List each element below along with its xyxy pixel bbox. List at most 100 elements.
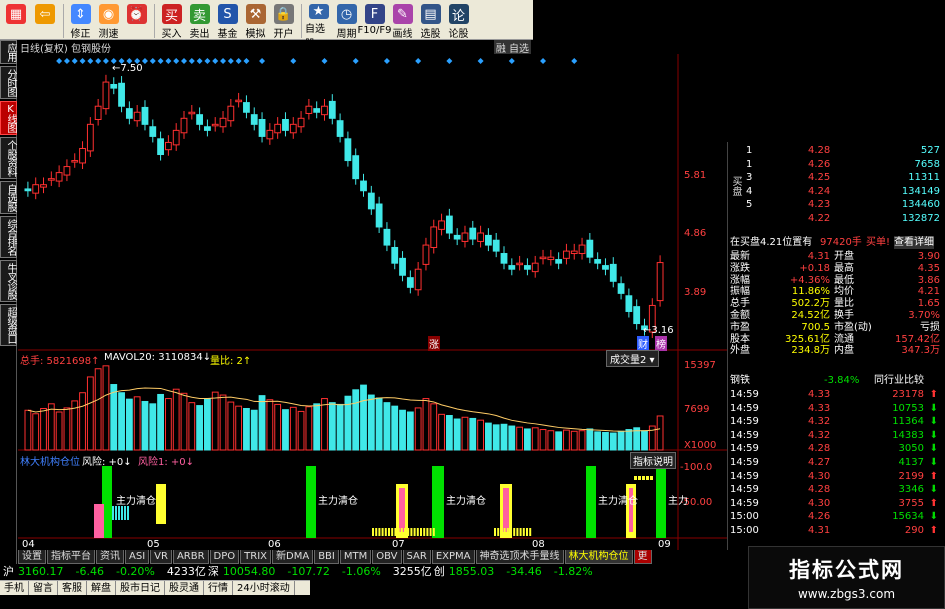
volume-bar: [414, 407, 422, 451]
indicator-label-1: -100.0: [680, 462, 713, 473]
date-label-09: 09: [658, 539, 671, 550]
tick-row: 15:00 4.26 15634 ⬇: [728, 510, 945, 523]
toolbar-button-13[interactable]: ✎ 画线: [389, 2, 416, 40]
candle-body: [63, 166, 71, 176]
indicator-help-button[interactable]: 指标说明: [630, 452, 676, 469]
volume-bars: [24, 365, 664, 451]
indicator-tab-13[interactable]: EXPMA: [431, 550, 475, 564]
toolbar-button-8[interactable]: ⚒ 模拟: [242, 2, 269, 40]
sidebar-tab-2[interactable]: K线图: [0, 101, 17, 135]
toolbar-button-12[interactable]: F F10/F9: [358, 2, 391, 40]
speed-icon: ◉: [98, 4, 119, 24]
sell-icon: 卖: [189, 4, 210, 24]
sidebar-tab-1[interactable]: 分时图: [0, 66, 17, 99]
indicator-tab-2[interactable]: 资讯: [96, 550, 124, 564]
indicator-tab-8[interactable]: 新DMA: [272, 550, 314, 564]
indicator-yellow-tick: [519, 528, 522, 536]
toolbar-button-label: 选股: [420, 29, 441, 40]
function-bar-item-7[interactable]: 24小时滚动: [233, 581, 295, 595]
function-bar-item-3[interactable]: 解盘: [87, 581, 116, 595]
function-bar-item-5[interactable]: 股灵通: [165, 581, 204, 595]
volume-type-dropdown[interactable]: 成交量2 ▾: [606, 350, 659, 367]
indicator-tab-7[interactable]: TRIX: [240, 550, 272, 564]
sz-label: 深: [207, 565, 219, 578]
indicator-tab-4[interactable]: VR: [150, 550, 172, 564]
kline-chart[interactable]: [18, 40, 730, 550]
detail-link[interactable]: 查看详细: [894, 236, 934, 249]
marker-cai[interactable]: 财: [637, 336, 649, 351]
toolbar-button-2[interactable]: ⇕ 修正: [67, 2, 94, 40]
function-bar-item-1[interactable]: 留言: [29, 581, 58, 595]
volume-bar: [118, 392, 125, 451]
candle-body: [94, 105, 102, 121]
indicator-yellow-tick: [500, 528, 503, 536]
toolbar-button-7[interactable]: S 基金: [214, 2, 241, 40]
toolbar-button-4[interactable]: ⏰: [123, 2, 150, 40]
toolbar-button-9[interactable]: 🔒 开户: [270, 2, 297, 40]
marker-zhang[interactable]: 涨: [428, 336, 440, 351]
function-bar-item-6[interactable]: 行情: [204, 581, 233, 595]
indicator-yellow-tick: [513, 528, 516, 536]
bid-volume: 134460: [901, 199, 940, 210]
indicator-tab-5[interactable]: ARBR: [172, 550, 209, 564]
indicator-tab-15[interactable]: 林大机构仓位: [564, 550, 633, 564]
indicator-tab-11[interactable]: OBV: [372, 550, 402, 564]
tick-volume: 290: [904, 525, 924, 536]
bid-volume: 11311: [908, 172, 940, 183]
tick-volume: 10753: [892, 402, 924, 414]
sidebar-tab-5[interactable]: 综合排名: [0, 216, 17, 258]
indicator-green-bar: [586, 466, 596, 538]
marker-bang[interactable]: 榜: [655, 336, 667, 351]
toolbar-button-3[interactable]: ◉ 测速: [95, 2, 122, 40]
toolbar-button-15[interactable]: 论论股: [445, 2, 472, 40]
sz-change: -107.72: [287, 565, 330, 578]
function-bar-item-0[interactable]: 手机: [0, 581, 29, 595]
up-arrow-icon: ⬆: [929, 389, 938, 400]
sidebar-tab-0[interactable]: 应用: [0, 40, 17, 64]
candle-body: [55, 172, 63, 182]
sidebar-tab-4[interactable]: 自选股: [0, 181, 17, 214]
candle-body: [40, 184, 47, 188]
toolbar-button-10[interactable]: ★ 自选股: [305, 2, 332, 50]
tick-price: 4.30: [808, 497, 831, 509]
indicator-tab-6[interactable]: DPO: [209, 550, 240, 564]
sidebar-tab-6[interactable]: 牛叉诊股: [0, 260, 17, 302]
function-bar-item-4[interactable]: 股市日记: [116, 581, 165, 595]
indicator-tab-0[interactable]: 设置: [18, 550, 46, 564]
candle-body: [492, 239, 500, 252]
candle-body: [399, 257, 406, 276]
toolbar-button-label: 周期: [336, 29, 357, 40]
price-label-1: 5.81: [684, 170, 707, 181]
toolbar-button-5[interactable]: 买买入: [158, 2, 185, 40]
indicator-tab-9[interactable]: BBI: [314, 550, 339, 564]
index-status-bar: 沪 3160.17 -6.46 -0.20% 4233亿 深 10054.80 …: [0, 564, 760, 580]
volume-bar: [555, 431, 563, 451]
toolbar-button-6[interactable]: 卖卖出: [186, 2, 213, 40]
toolbar-button-1[interactable]: ⇦: [31, 2, 59, 40]
indicator-tab-10[interactable]: MTM: [339, 550, 372, 564]
toolbar-button-0[interactable]: ▦: [2, 2, 30, 40]
volume-bar: [477, 419, 484, 451]
indicator-tab-16[interactable]: 更: [633, 550, 652, 564]
candle-body: [125, 108, 133, 119]
volume-bar: [282, 409, 289, 451]
indicator-tab-12[interactable]: SAR: [402, 550, 431, 564]
tick-price: 4.28: [808, 484, 831, 496]
tick-price: 4.33: [808, 402, 831, 414]
sidebar-tab-7[interactable]: 超级盘口: [0, 304, 17, 346]
tick-row: 14:59 4.33 10753 ⬇: [728, 402, 945, 415]
candle-body: [609, 263, 617, 282]
indicator-tab-3[interactable]: ASI: [125, 550, 150, 564]
function-bar-item-2[interactable]: 客服: [58, 581, 87, 595]
toolbar-button-label: 卖出: [189, 29, 210, 40]
sidebar-tab-3[interactable]: 个股资料: [0, 137, 17, 179]
toolbar-button-11[interactable]: ◷ 周期: [333, 2, 360, 40]
bid-level: 5: [746, 199, 753, 210]
up-arrow-icon: ⬆: [929, 470, 938, 482]
candle-body: [235, 99, 243, 103]
indicator-green-bar: [432, 466, 444, 538]
indicator-tab-14[interactable]: 神奇选顶术手量线: [475, 550, 564, 564]
bid-volume: 134149: [901, 185, 940, 197]
indicator-tab-1[interactable]: 指标平台: [47, 550, 95, 564]
toolbar-button-14[interactable]: ▤ 选股: [417, 2, 444, 40]
